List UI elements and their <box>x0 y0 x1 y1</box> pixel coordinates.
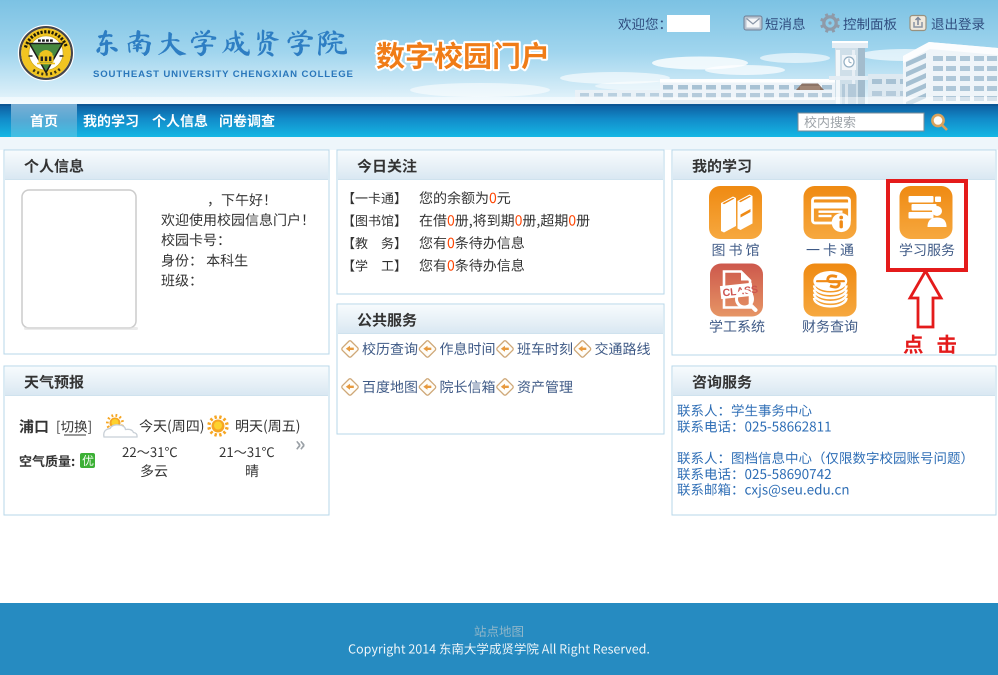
svg-text:SOUTHEAST UNIVERSITY CHENGXIAN: SOUTHEAST UNIVERSITY CHENGXIAN COLLEGE <box>93 69 354 80</box>
